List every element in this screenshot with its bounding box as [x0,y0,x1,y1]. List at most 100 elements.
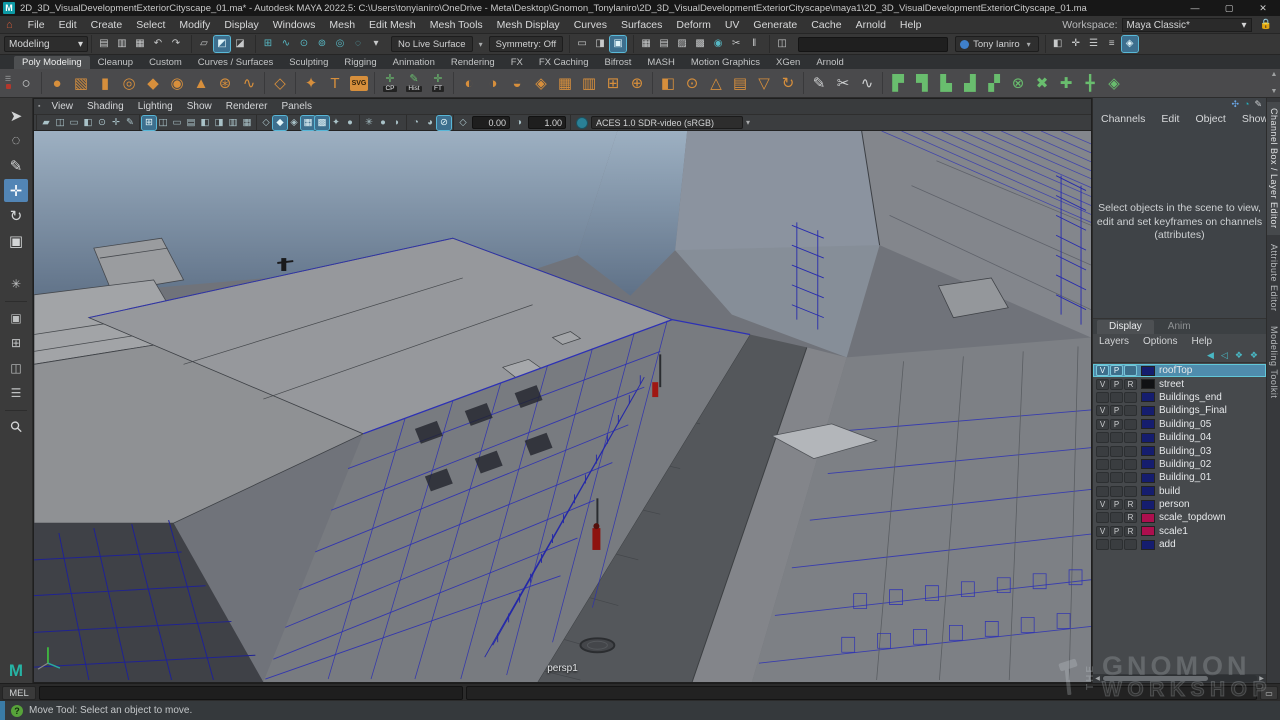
menu-curves[interactable]: Curves [567,19,614,31]
separate-icon[interactable]: ◑ [482,71,504,95]
menu-uv[interactable]: UV [718,19,747,31]
mirror-geometry-icon[interactable]: ▥ [578,71,600,95]
textured-icon[interactable]: ◈ [287,116,301,130]
quad-draw-icon[interactable]: ╋ [1079,71,1101,95]
menu-create[interactable]: Create [84,19,130,31]
layer-playback-toggle[interactable]: P [1110,365,1123,376]
layer-row[interactable]: Buildings_end [1093,391,1266,404]
center-pivot-icon[interactable]: ⊙ [681,71,703,95]
render-sequence-icon[interactable]: ▩ [692,36,708,52]
scene-lighting-icon[interactable]: ● [376,116,390,130]
layer-row[interactable]: Building_02 [1093,458,1266,471]
layer-color-swatch[interactable] [1141,392,1155,402]
motion-blur-icon[interactable]: ● [343,116,357,130]
layer-display-type-toggle[interactable] [1124,405,1137,416]
layer-color-swatch[interactable] [1141,473,1155,483]
layer-visibility-toggle[interactable]: V [1096,405,1109,416]
layer-visibility-toggle[interactable] [1096,392,1109,403]
xray-joints-icon[interactable]: ◕ [423,116,437,130]
viewport-scene[interactable]: persp1 [34,131,1091,682]
layer-display-type-toggle[interactable] [1124,392,1137,403]
menu-set-dropdown[interactable]: Modeling ▾ [4,36,88,52]
layer-visibility-toggle[interactable]: V [1096,379,1109,390]
layer-visibility-toggle[interactable]: V [1096,526,1109,537]
pencil-icon[interactable]: ✎ [1254,99,1262,110]
multi-cut-icon[interactable]: ✖ [1031,71,1053,95]
mel-input[interactable] [39,686,463,700]
layer-row[interactable]: Rscale_topdown [1093,511,1266,524]
shaded-icon[interactable]: ◆ [273,116,287,130]
layer-visibility-toggle[interactable]: V [1096,419,1109,430]
layer-display-type-toggle[interactable] [1124,432,1137,443]
layer-color-swatch[interactable] [1141,500,1155,510]
exposure-icon[interactable]: ◇ [456,116,470,130]
polygon-cube-icon[interactable]: ▧ [70,71,92,95]
layer-row[interactable]: VPRperson [1093,498,1266,511]
ipr-render-icon[interactable]: ▨ [674,36,690,52]
snap-projected-center-icon[interactable]: ⊚ [314,36,330,52]
channel-box-layer-toggle-icon[interactable]: ☰ [1086,36,1102,52]
menu-surfaces[interactable]: Surfaces [614,19,669,31]
snap-grid-icon[interactable]: ⊞ [260,36,276,52]
chevron-down-icon[interactable]: ▾ [743,118,753,127]
menu-edit-mesh[interactable]: Edit Mesh [362,19,423,31]
polygon-helix-icon[interactable]: ∿ [238,71,260,95]
layer-display-type-toggle[interactable] [1124,459,1137,470]
colorspace-dropdown[interactable]: ACES 1.0 SDR-video (sRGB) [591,116,743,129]
layer-visibility-toggle[interactable] [1096,459,1109,470]
layer-color-swatch[interactable] [1141,526,1155,536]
select-component-icon[interactable]: ◪ [232,36,248,52]
script-editor-icon[interactable]: ▭ [1260,686,1278,700]
menu-windows[interactable]: Windows [266,19,323,31]
layer-playback-toggle[interactable] [1110,459,1123,470]
layer-row[interactable]: VPBuilding_05 [1093,418,1266,431]
safe-title-icon[interactable]: ▥ [226,116,240,130]
channel-menu-channels[interactable]: Channels [1101,113,1145,125]
create-curve-icon[interactable]: ✎ [808,71,830,95]
channel-box-toggle-icon[interactable]: ▣ [610,36,626,52]
close-button[interactable]: ✕ [1246,0,1280,16]
move-tool[interactable]: ✛ [4,179,28,202]
make-live-icon[interactable]: ◌ [350,36,366,52]
layer-display-type-toggle[interactable]: R [1124,526,1137,537]
shelf-tab-fx[interactable]: FX [503,56,531,69]
append-polygon-icon[interactable]: ▟ [959,71,981,95]
polygon-type-icon[interactable]: T [324,71,346,95]
snap-curve-icon[interactable]: ∿ [278,36,294,52]
grease-pencil-icon[interactable]: ✎ [123,116,137,130]
channel-menu-object[interactable]: Object [1195,113,1225,125]
film-gate-icon[interactable]: ◫ [156,116,170,130]
layer-visibility-toggle[interactable] [1096,512,1109,523]
scrollbar-thumb[interactable] [1103,676,1208,681]
layer-visibility-toggle[interactable] [1096,446,1109,457]
extrude-icon[interactable]: ▛ [887,71,909,95]
grid-toggle-icon[interactable]: ⊞ [142,116,156,130]
layer-playback-toggle[interactable] [1110,472,1123,483]
freeze-transform-icon[interactable]: ✛FT [427,71,449,95]
shelf-scroll[interactable]: ▲ ▼ [1270,71,1278,95]
xray-icon[interactable]: ◔ [409,116,423,130]
menu-cache[interactable]: Cache [804,19,848,31]
panel-menu-panels[interactable]: Panels [274,101,319,112]
menu-mesh[interactable]: Mesh [322,19,362,31]
paint-select-tool[interactable]: ✎ [4,154,28,177]
menu-deform[interactable]: Deform [669,19,717,31]
layer-row[interactable]: Building_03 [1093,444,1266,457]
mel-result-field[interactable] [466,686,1257,700]
scale-tool[interactable]: ▣ [4,229,28,252]
layer-display-type-toggle[interactable]: R [1124,499,1137,510]
gamma-icon[interactable]: ◑ [512,116,526,130]
layer-row[interactable]: VProofTop [1093,364,1266,377]
layer-color-swatch[interactable] [1141,379,1155,389]
layer-playback-toggle[interactable] [1110,539,1123,550]
shelf-tab-motion-graphics[interactable]: Motion Graphics [683,56,768,69]
shelf-lead-controls[interactable]: ☰ [2,77,14,89]
gate-mask-icon[interactable]: ▤ [184,116,198,130]
polygon-wheel-icon[interactable]: ⊛ [214,71,236,95]
side-tab-attribute-editor[interactable]: Attribute Editor [1267,238,1280,318]
layer-row[interactable]: build [1093,485,1266,498]
scroll-right-icon[interactable]: ▶ [1257,675,1266,682]
retopologize-icon[interactable]: ⊕ [626,71,648,95]
layer-visibility-toggle[interactable] [1096,539,1109,550]
layer-color-swatch[interactable] [1141,459,1155,469]
